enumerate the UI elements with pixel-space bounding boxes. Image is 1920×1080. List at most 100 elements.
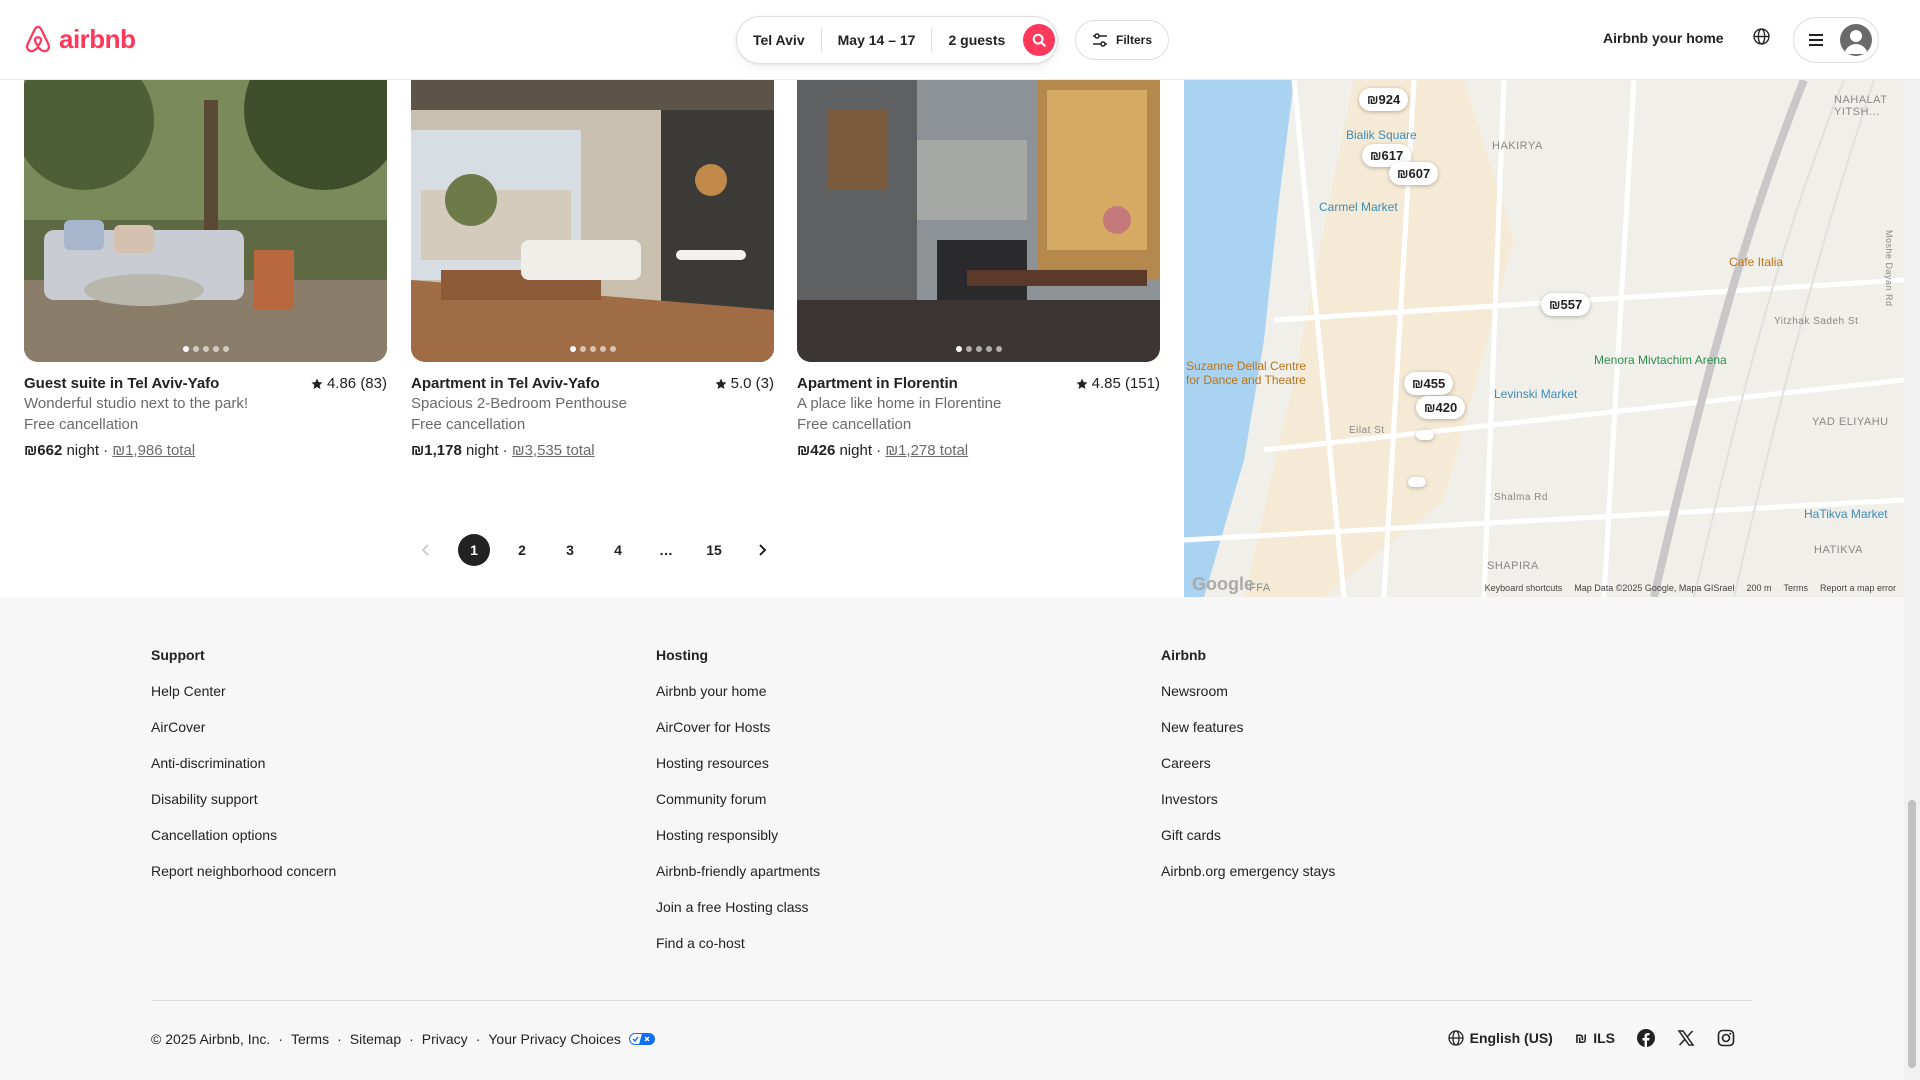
search-bar[interactable]: Tel Aviv May 14 – 17 2 guests (736, 16, 1058, 64)
photo-dot[interactable] (599, 346, 606, 352)
instagram-icon (1717, 1029, 1735, 1047)
listing-photo[interactable] (24, 80, 387, 362)
map-label-cafe: Cafe Italia (1729, 255, 1784, 269)
keyboard-shortcuts-link[interactable]: Keyboard shortcuts (1485, 583, 1563, 593)
photo-dot[interactable] (202, 346, 209, 352)
x-link[interactable] (1677, 1029, 1695, 1047)
language-button[interactable] (1753, 28, 1770, 50)
photo-dot[interactable] (569, 346, 576, 352)
previous-page-button[interactable] (410, 534, 442, 566)
footer-link[interactable]: Newsroom (1161, 683, 1335, 719)
page-button-15[interactable]: 15 (698, 534, 730, 566)
footer-link[interactable]: Airbnb your home (656, 683, 820, 719)
user-menu-button[interactable] (1793, 17, 1879, 63)
airbnb-your-home-link[interactable]: Airbnb your home (1603, 30, 1724, 46)
search-icon (1032, 33, 1047, 47)
star-icon (311, 378, 323, 389)
filters-button[interactable]: Filters (1075, 20, 1170, 60)
price-total[interactable]: ₪1,986 total (112, 442, 195, 459)
footer-link[interactable]: Community forum (656, 791, 820, 827)
map-price-pin[interactable]: ₪557 (1541, 293, 1591, 316)
footer-link[interactable]: Gift cards (1161, 827, 1335, 863)
privacy-link[interactable]: Privacy (422, 1031, 468, 1047)
footer-link[interactable]: New features (1161, 719, 1335, 755)
photo-dot[interactable] (995, 346, 1002, 352)
listing-card[interactable]: Apartment in Tel Aviv-Yafo 5.0 (3) Spaci… (411, 80, 774, 459)
listing-card[interactable]: Apartment in Florentin 4.85 (151) A plac… (797, 80, 1160, 459)
airbnb-logo[interactable]: airbnb (23, 23, 136, 55)
photo-dot[interactable] (955, 346, 962, 352)
footer-link[interactable]: Find a co-host (656, 935, 820, 971)
footer-heading: Support (151, 647, 205, 663)
report-map-error-link[interactable]: Report a map error (1820, 583, 1896, 593)
scrollbar-thumb[interactable] (1908, 800, 1916, 1068)
map-dot-pin[interactable] (1416, 430, 1434, 440)
map[interactable]: Bialik Square Carmel Market HAKIRYA NAHA… (1184, 80, 1904, 597)
listing-photo[interactable] (411, 80, 774, 362)
search-location[interactable]: Tel Aviv (737, 32, 821, 48)
search-dates[interactable]: May 14 – 17 (822, 32, 932, 48)
map-price-pin[interactable]: ₪420 (1416, 396, 1466, 419)
instagram-link[interactable] (1717, 1029, 1735, 1047)
currency-selector[interactable]: ₪ ILS (1575, 1030, 1615, 1046)
listing-card[interactable]: Guest suite in Tel Aviv-Yafo 4.86 (83) W… (24, 80, 387, 459)
price-separator: · (876, 442, 882, 459)
separator-dot: · (409, 1031, 414, 1047)
photo-dot[interactable] (589, 346, 596, 352)
footer-link[interactable]: Airbnb-friendly apartments (656, 863, 820, 899)
language-selector[interactable]: English (US) (1447, 1030, 1553, 1046)
footer-link[interactable]: Airbnb.org emergency stays (1161, 863, 1335, 899)
photo-dot[interactable] (212, 346, 219, 352)
footer-link[interactable]: Cancellation options (151, 827, 336, 863)
privacy-choices-icon (628, 1033, 655, 1045)
photo-dot[interactable] (192, 346, 199, 352)
price-separator: · (103, 442, 109, 459)
map-price-pin[interactable]: ₪607 (1389, 162, 1439, 185)
photo-dot[interactable] (579, 346, 586, 352)
footer: Support Help Center AirCover Anti-discri… (0, 597, 1904, 1080)
photo-dot[interactable] (222, 346, 229, 352)
price-total[interactable]: ₪1,278 total (885, 442, 968, 459)
footer-link[interactable]: Disability support (151, 791, 336, 827)
photo-dots (182, 346, 229, 352)
page-button-4[interactable]: 4 (602, 534, 634, 566)
listing-photo-garden (24, 80, 387, 362)
map-terms-link[interactable]: Terms (1783, 583, 1808, 593)
search-button[interactable] (1023, 24, 1056, 56)
page-button-2[interactable]: 2 (506, 534, 538, 566)
footer-link[interactable]: Join a free Hosting class (656, 899, 820, 935)
photo-dot[interactable] (182, 346, 189, 352)
page-scrollbar[interactable] (1904, 0, 1920, 1080)
page-button-3[interactable]: 3 (554, 534, 586, 566)
listing-photo-interior (797, 80, 1160, 362)
terms-link[interactable]: Terms (291, 1031, 329, 1047)
map-price-pin[interactable]: ₪924 (1359, 88, 1409, 111)
photo-dot[interactable] (985, 346, 992, 352)
sitemap-link[interactable]: Sitemap (350, 1031, 401, 1047)
photo-dot[interactable] (975, 346, 982, 352)
footer-hosting-column: Hosting Airbnb your home AirCover for Ho… (656, 647, 820, 971)
footer-link[interactable]: Hosting responsibly (656, 827, 820, 863)
footer-link[interactable]: Help Center (151, 683, 336, 719)
price-total[interactable]: ₪3,535 total (512, 442, 595, 459)
rating-value: 4.86 (83) (326, 375, 387, 392)
listing-photo[interactable] (797, 80, 1160, 362)
footer-link[interactable]: Report neighborhood concern (151, 863, 336, 899)
facebook-link[interactable] (1637, 1029, 1655, 1047)
footer-link[interactable]: AirCover (151, 719, 336, 755)
footer-link[interactable]: Investors (1161, 791, 1335, 827)
photo-dot[interactable] (609, 346, 616, 352)
footer-link[interactable]: Anti-discrimination (151, 755, 336, 791)
footer-link[interactable]: AirCover for Hosts (656, 719, 820, 755)
footer-legal: © 2025 Airbnb, Inc. · Terms · Sitemap · … (151, 1031, 655, 1047)
map-price-pin[interactable]: ₪455 (1404, 372, 1454, 395)
photo-dot[interactable] (965, 346, 972, 352)
search-guests[interactable]: 2 guests (932, 32, 1021, 48)
footer-link[interactable]: Hosting resources (656, 755, 820, 791)
footer-link[interactable]: Careers (1161, 755, 1335, 791)
page-button-1[interactable]: 1 (458, 534, 490, 566)
next-page-button[interactable] (746, 534, 778, 566)
globe-icon (1753, 28, 1770, 45)
privacy-choices-link[interactable]: Your Privacy Choices (488, 1031, 621, 1047)
map-dot-pin[interactable] (1408, 477, 1426, 487)
